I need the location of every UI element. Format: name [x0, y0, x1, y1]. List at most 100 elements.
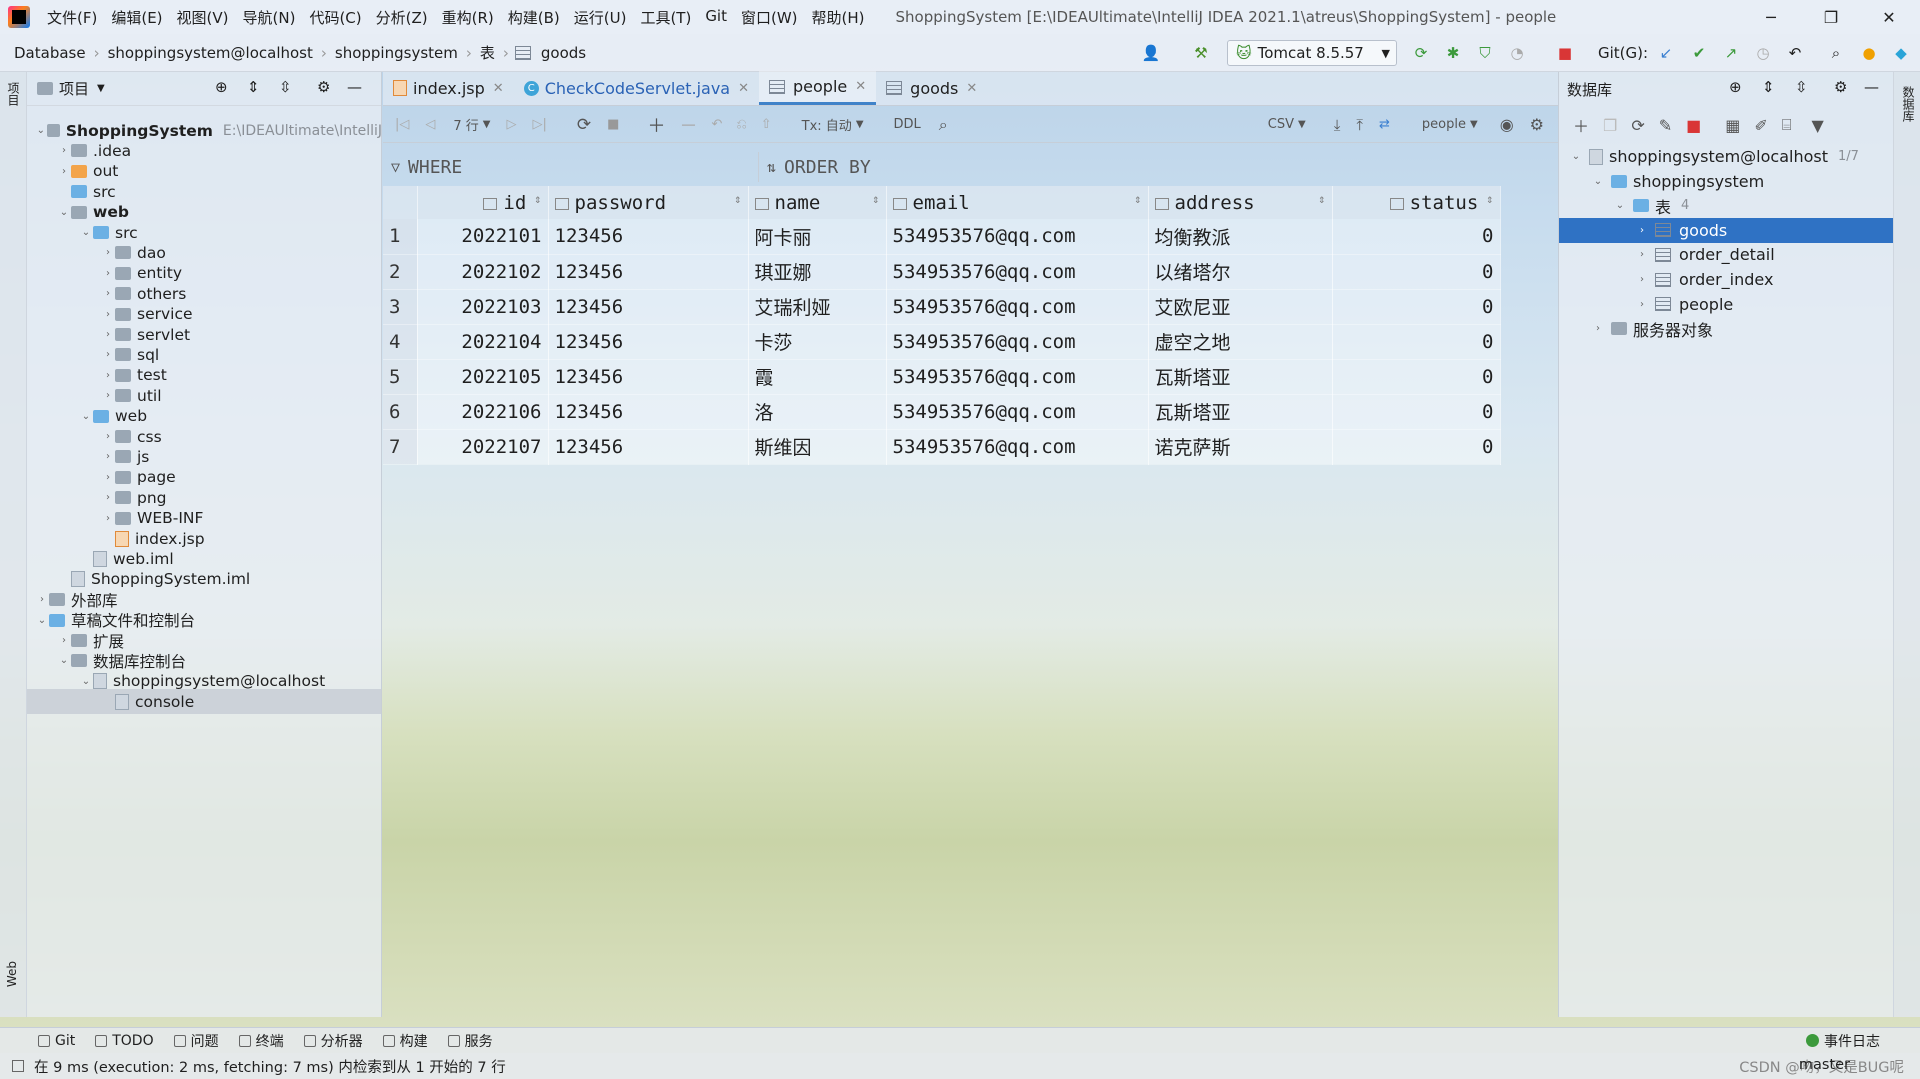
- db-tree-item[interactable]: › goods: [1559, 217, 1894, 243]
- build-hammer-icon[interactable]: ⚒: [1190, 42, 1212, 64]
- chevron-right-icon[interactable]: ›: [1591, 323, 1605, 334]
- revert-icon[interactable]: ↶: [711, 117, 722, 132]
- sort-icon[interactable]: ⇕: [734, 192, 741, 206]
- db-tree-item[interactable]: › people: [1559, 292, 1894, 317]
- chevron-right-icon[interactable]: ›: [101, 309, 115, 320]
- editor-tab[interactable]: C CheckCodeServlet.java ✕: [514, 71, 759, 105]
- chevron-right-icon[interactable]: ›: [101, 451, 115, 462]
- profile-icon[interactable]: ◔: [1506, 42, 1528, 64]
- db-tree-item[interactable]: › order_index: [1559, 267, 1894, 292]
- close-window-button[interactable]: ✕: [1866, 0, 1912, 34]
- menu-item[interactable]: 重构(R): [435, 7, 501, 28]
- download-icon[interactable]: ⤓: [1334, 116, 1341, 134]
- table-cell[interactable]: 瓦斯塔亚: [1148, 359, 1333, 395]
- history-icon[interactable]: ◷: [1752, 42, 1774, 64]
- table-cell[interactable]: 534953576@qq.com: [886, 289, 1149, 325]
- chevron-down-icon[interactable]: ⌄: [79, 411, 93, 422]
- close-icon[interactable]: ✕: [738, 81, 749, 96]
- table-cell[interactable]: 0: [1332, 324, 1501, 360]
- chevron-right-icon[interactable]: ›: [1635, 274, 1649, 285]
- close-icon[interactable]: ✕: [855, 79, 866, 94]
- sort-icon[interactable]: ⇕: [1486, 192, 1493, 206]
- editor-tab[interactable]: people ✕: [759, 71, 877, 105]
- table-cell[interactable]: 诺克萨斯: [1148, 429, 1333, 465]
- close-icon[interactable]: ✕: [493, 81, 504, 96]
- table-cell[interactable]: 123456: [548, 219, 749, 255]
- refresh-icon[interactable]: ⟳: [577, 115, 591, 135]
- chevron-down-icon[interactable]: ▼: [483, 119, 491, 130]
- gear-icon[interactable]: ⚙: [1834, 78, 1847, 96]
- sort-icon[interactable]: ⇕: [1134, 192, 1141, 206]
- chevron-right-icon[interactable]: ›: [57, 145, 71, 156]
- column-header[interactable]: address ⇕: [1148, 186, 1333, 219]
- table-cell[interactable]: 2022103: [417, 289, 549, 325]
- query-console-icon[interactable]: ⌸: [1782, 115, 1792, 135]
- order-by-input[interactable]: ⇅ ORDER BY: [758, 152, 871, 182]
- properties-icon[interactable]: ✎: [1659, 116, 1672, 135]
- stop-icon[interactable]: ■: [1686, 116, 1701, 135]
- chevron-down-icon[interactable]: ⌄: [79, 227, 93, 238]
- table-cell[interactable]: 123456: [548, 254, 749, 290]
- table-cell[interactable]: 534953576@qq.com: [886, 254, 1149, 290]
- where-filter-input[interactable]: ▽ WHERE: [383, 157, 758, 178]
- menu-item[interactable]: 工具(T): [633, 7, 698, 28]
- coverage-icon[interactable]: ⛉: [1474, 42, 1496, 64]
- web-tool-button[interactable]: Web: [5, 961, 19, 987]
- column-header[interactable]: password ⇕: [548, 186, 749, 219]
- rows-count-select[interactable]: 7 行: [453, 115, 478, 134]
- hide-panel-icon[interactable]: —: [347, 78, 362, 96]
- table-cell[interactable]: 0: [1332, 359, 1501, 395]
- expand-all-icon[interactable]: ⇕: [247, 78, 260, 96]
- db-tree-item[interactable]: › 服务器对象: [1559, 316, 1894, 341]
- git-update-icon[interactable]: ↙: [1655, 42, 1677, 64]
- menu-item[interactable]: 分析(Z): [369, 7, 435, 28]
- editor-tab[interactable]: goods ✕: [876, 71, 987, 105]
- stop-query-icon[interactable]: ■: [607, 117, 619, 132]
- locate-icon[interactable]: ⊕: [215, 78, 228, 96]
- column-header[interactable]: name ⇕: [748, 186, 887, 219]
- undo-icon[interactable]: ⎌: [736, 117, 746, 132]
- menu-item[interactable]: 导航(N): [236, 7, 303, 28]
- breadcrumb-item[interactable]: goods: [533, 44, 594, 62]
- table-cell[interactable]: 阿卡丽: [748, 219, 887, 255]
- next-page-icon[interactable]: ▷: [507, 117, 517, 132]
- chevron-down-icon[interactable]: ⌄: [1569, 151, 1583, 162]
- rerun-icon[interactable]: ⟳: [1410, 42, 1432, 64]
- chevron-down-icon[interactable]: ⌄: [1591, 176, 1605, 187]
- panel-toggle-icon[interactable]: [12, 1060, 24, 1072]
- menu-item[interactable]: 视图(V): [170, 7, 236, 28]
- user-icon[interactable]: 👤: [1140, 42, 1162, 64]
- database-tool-button[interactable]: 数据库: [1900, 86, 1917, 122]
- db-tree-item[interactable]: ⌄ shoppingsystem@localhost 1/7: [1559, 144, 1894, 169]
- column-header[interactable]: email ⇕: [886, 186, 1149, 219]
- table-cell[interactable]: 2022107: [417, 429, 549, 465]
- tool-window-services[interactable]: 服务: [447, 1031, 493, 1051]
- menu-item[interactable]: 帮助(H): [805, 7, 872, 28]
- chevron-right-icon[interactable]: ›: [101, 247, 115, 258]
- table-cell[interactable]: 534953576@qq.com: [886, 394, 1149, 430]
- table-row[interactable]: 7 2022107 123456 斯维因 534953576@qq.com 诺克萨斯 0: [383, 429, 1501, 465]
- run-configuration-select[interactable]: 🐱 Tomcat 8.5.57 ▼: [1227, 40, 1397, 66]
- add-row-icon[interactable]: ＋: [647, 112, 665, 138]
- table-cell[interactable]: 艾欧尼亚: [1148, 289, 1333, 325]
- db-tree-item[interactable]: › order_detail: [1559, 242, 1894, 267]
- git-push-icon[interactable]: ↗: [1720, 42, 1742, 64]
- chevron-right-icon[interactable]: ›: [1635, 249, 1649, 260]
- db-tree-item[interactable]: ⌄ shoppingsystem: [1559, 169, 1894, 194]
- submit-icon[interactable]: ⇧: [761, 117, 772, 132]
- menu-item[interactable]: 编辑(E): [104, 7, 169, 28]
- table-cell[interactable]: 霞: [748, 359, 887, 395]
- rollback-icon[interactable]: ↶: [1784, 42, 1806, 64]
- tool-window-problems[interactable]: 问题: [173, 1031, 219, 1051]
- column-header[interactable]: id ⇕: [417, 186, 549, 219]
- sort-icon[interactable]: ⇕: [534, 192, 541, 206]
- editor-tab[interactable]: index.jsp ✕: [383, 71, 514, 105]
- chevron-right-icon[interactable]: ›: [101, 472, 115, 483]
- tx-mode-select[interactable]: Tx: 自动: [802, 115, 852, 134]
- project-panel-title[interactable]: 项目: [59, 78, 89, 99]
- last-page-icon[interactable]: ▷|: [533, 117, 547, 132]
- previous-page-icon[interactable]: ◁: [425, 117, 435, 132]
- update-icon[interactable]: ●: [1858, 42, 1880, 64]
- tool-window-todo[interactable]: TODO: [95, 1033, 154, 1049]
- search-icon[interactable]: ⌕: [1825, 42, 1847, 64]
